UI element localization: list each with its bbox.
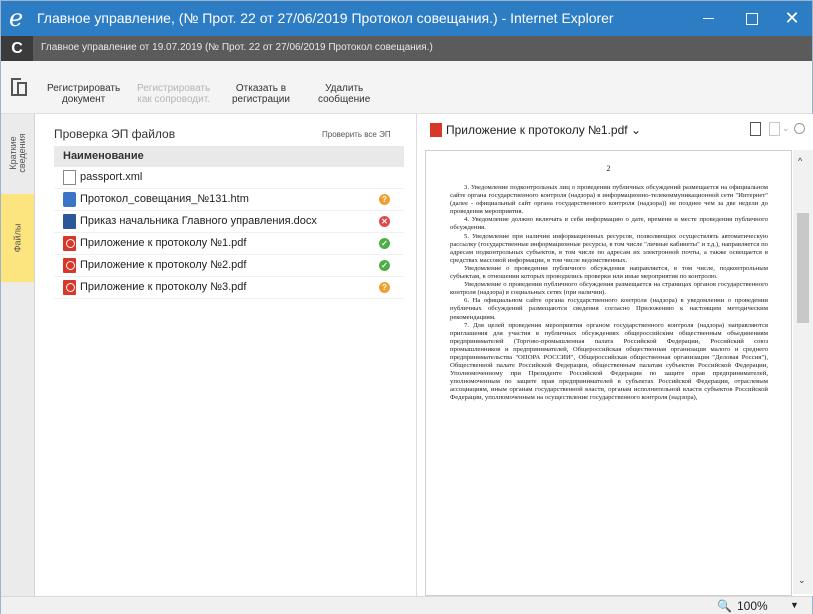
htm-file-icon	[63, 192, 76, 207]
pdf-file-icon	[63, 280, 76, 295]
signature-error-icon[interactable]: ✕	[379, 216, 390, 227]
pdf-page: 2 3. Уведомление подконтрольных лиц о пр…	[425, 150, 792, 596]
maximize-icon	[746, 12, 758, 25]
column-header-name[interactable]: Наименование	[54, 146, 404, 167]
page-text: 3. Уведомление подконтрольных лиц о пров…	[450, 184, 768, 403]
document-title: Главное управление от 19.07.2019 (№ Прот…	[41, 42, 433, 53]
file-row[interactable]: Приложение к протоколу №3.pdf ?	[54, 277, 404, 299]
minimize-button[interactable]	[686, 1, 730, 36]
delete-message-button[interactable]: Удалить сообщение	[318, 83, 370, 105]
file-row[interactable]: Приложение к протоколу №1.pdf ✓	[54, 233, 404, 255]
file-name[interactable]: passport.xml	[80, 167, 142, 188]
open-external-icon[interactable]	[750, 122, 761, 136]
viewer-file-selector[interactable]: Приложение к протоколу №1.pdf ⌄	[446, 123, 641, 137]
tab-files-label: Файлы	[12, 223, 22, 253]
check-all-signatures-link[interactable]: Проверить все ЭП	[322, 130, 391, 139]
paragraph: 5. Уведомление при наличии информационны…	[450, 232, 768, 264]
refuse-registration-label-line1: Отказать в	[235, 83, 287, 94]
register-document-button[interactable]: Регистрировать документ	[47, 83, 120, 105]
file-name[interactable]: Приказ начальника Главного управления.do…	[80, 211, 317, 232]
pdf-file-icon	[63, 236, 76, 251]
document-viewer: Приложение к протоколу №1.pdf ⌄ ⌄ 2 3. У…	[416, 114, 813, 596]
files-panel: Проверка ЭП файлов Проверить все ЭП Наим…	[35, 114, 415, 596]
refuse-registration-button[interactable]: Отказать в регистрации	[232, 83, 290, 105]
signature-check-title: Проверка ЭП файлов	[54, 127, 176, 141]
file-row[interactable]: passport.xml	[54, 167, 404, 189]
tab-summary[interactable]: Краткие сведения	[1, 114, 34, 192]
zoom-icon[interactable]: 🔍	[717, 599, 732, 613]
file-row[interactable]: Приказ начальника Главного управления.do…	[54, 211, 404, 233]
tab-summary-label: Краткие сведения	[7, 133, 27, 173]
minimize-icon	[702, 18, 714, 20]
vertical-scrollbar[interactable]: ^ ⌄	[793, 150, 813, 594]
page-number: 2	[606, 164, 611, 173]
paragraph: Уведомление о проведении публичного обсу…	[450, 281, 768, 297]
close-icon: ✕	[784, 8, 800, 28]
register-accompanying-label-line2: как сопроводит.	[137, 94, 210, 105]
chevron-down-icon[interactable]: ⌄	[782, 123, 790, 134]
register-document-label-line2: документ	[61, 94, 106, 105]
pdf-file-icon	[63, 258, 76, 273]
status-bar: 🔍 100% ▼	[1, 596, 812, 614]
file-name[interactable]: Протокол_совещания_№131.htm	[80, 189, 249, 210]
document-options-icon[interactable]	[769, 122, 780, 136]
internet-explorer-logo-icon: e	[9, 4, 24, 32]
pdf-file-icon	[430, 123, 442, 137]
viewer-file-title: Приложение к протоколу №1.pdf	[446, 123, 628, 137]
file-name[interactable]: Приложение к протоколу №1.pdf	[80, 233, 246, 254]
file-row[interactable]: Приложение к протоколу №2.pdf ✓	[54, 255, 404, 277]
panel-toggle-icon[interactable]	[11, 78, 27, 98]
toolbar: Регистрировать документ Регистрировать к…	[1, 61, 812, 114]
register-as-accompanying-button[interactable]: Регистрировать как сопроводит.	[137, 83, 210, 105]
app-logo[interactable]: C	[1, 36, 33, 61]
window-title-bar: e Главное управление, (№ Прот. 22 от 27/…	[1, 1, 812, 36]
signature-ok-icon[interactable]: ✓	[379, 238, 390, 249]
delete-message-label-line1: Удалить	[325, 83, 364, 94]
scroll-up-icon[interactable]: ^	[798, 156, 802, 166]
tab-files[interactable]: Файлы	[1, 194, 34, 282]
xml-file-icon	[63, 170, 76, 185]
refuse-registration-label-line2: регистрации	[232, 94, 290, 105]
window-title: Главное управление, (№ Прот. 22 от 27/06…	[37, 10, 614, 26]
file-name[interactable]: Приложение к протоколу №3.pdf	[80, 277, 246, 298]
signature-ok-icon[interactable]: ✓	[379, 260, 390, 271]
signature-warning-icon[interactable]: ?	[379, 282, 390, 293]
scroll-down-icon[interactable]: ⌄	[798, 575, 806, 586]
paragraph: 6. На официальном сайте органа государст…	[450, 297, 768, 321]
viewer-tools: ⌄	[750, 122, 810, 138]
zoom-dropdown-icon[interactable]: ▼	[790, 600, 799, 610]
maximize-button[interactable]	[730, 1, 774, 36]
paragraph: Уведомление о проведении публичного обсу…	[450, 264, 768, 281]
zoom-level[interactable]: 100%	[737, 599, 768, 613]
delete-message-label-line2: сообщение	[318, 94, 371, 105]
register-document-label-line1: Регистрировать	[47, 83, 121, 94]
app-header: C Главное управление от 19.07.2019 (№ Пр…	[1, 36, 812, 61]
paragraph: 4. Уведомление должно включать в себя ин…	[450, 216, 768, 232]
close-button[interactable]: ✕	[770, 1, 813, 36]
zoom-icon[interactable]	[794, 123, 805, 134]
register-accompanying-label-line1: Регистрировать	[137, 83, 211, 94]
scrollbar-thumb[interactable]	[797, 213, 809, 323]
signature-warning-icon[interactable]: ?	[379, 194, 390, 205]
docx-file-icon	[63, 214, 76, 229]
paragraph: 3. Уведомление подконтрольных лиц о пров…	[450, 184, 768, 216]
paragraph: 7. Для целей проведения мероприятия орга…	[450, 321, 768, 402]
files-table: Наименование passport.xml Протокол_совещ…	[54, 146, 404, 299]
file-name[interactable]: Приложение к протоколу №2.pdf	[80, 255, 246, 276]
side-tabs: Краткие сведения Файлы	[1, 114, 35, 596]
file-row[interactable]: Протокол_совещания_№131.htm ?	[54, 189, 404, 211]
chevron-down-icon: ⌄	[630, 123, 642, 137]
